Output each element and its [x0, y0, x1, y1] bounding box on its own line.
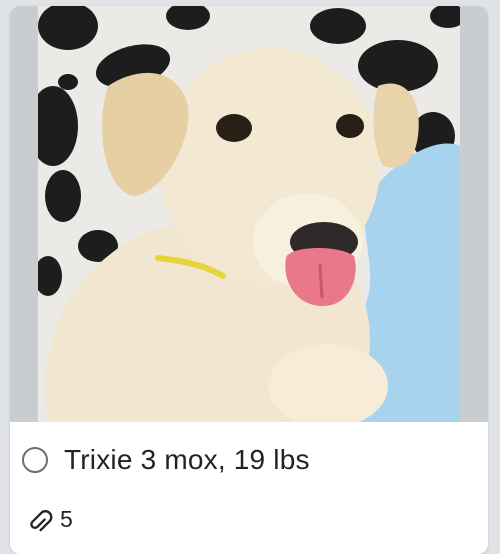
card-badges: 5: [26, 501, 73, 537]
cover-photo: [38, 6, 460, 422]
card-cover[interactable]: [10, 6, 488, 422]
paperclip-icon: [30, 510, 53, 532]
card-title-row: Trixie 3 mox, 19 lbs: [22, 438, 310, 482]
card-title[interactable]: Trixie 3 mox, 19 lbs: [64, 444, 310, 476]
card[interactable]: Trixie 3 mox, 19 lbs 5: [10, 6, 488, 554]
attachments-count: 5: [60, 505, 73, 532]
complete-checkbox-icon[interactable]: [22, 447, 48, 473]
puppy-photo-illustration: [38, 6, 460, 422]
